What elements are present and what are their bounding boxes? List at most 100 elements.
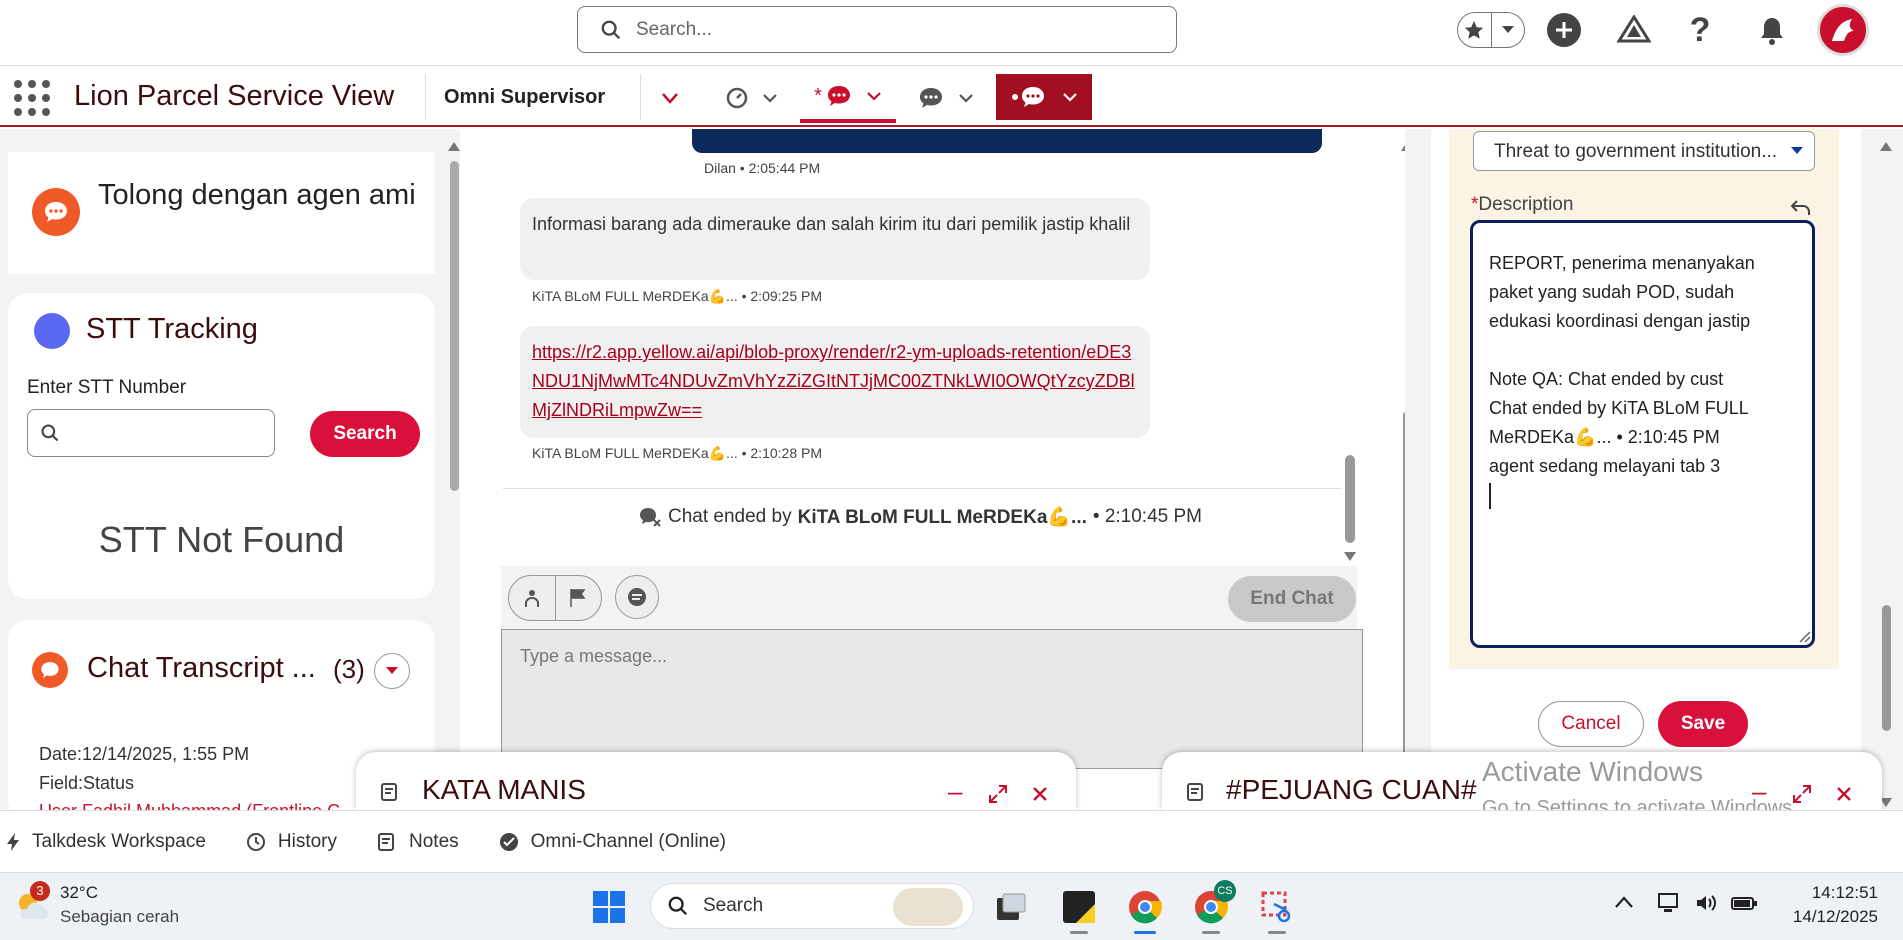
network-icon[interactable]	[1656, 891, 1680, 920]
chevron-down-icon[interactable]	[866, 91, 882, 101]
bell-icon[interactable]	[1752, 12, 1792, 50]
utility-notes[interactable]: Notes	[377, 831, 459, 853]
chrome-app-1[interactable]	[1124, 886, 1166, 934]
taskbar-search-label: Search	[703, 895, 764, 916]
chevron-down-icon[interactable]	[661, 92, 679, 104]
chevron-up-icon[interactable]	[1614, 895, 1634, 914]
end-chat-button[interactable]: End Chat	[1228, 576, 1356, 622]
message-composer[interactable]: Type a message...	[501, 629, 1363, 769]
tab-dashboard[interactable]	[712, 73, 792, 123]
docked-note-kata-manis[interactable]: KATA MANIS –	[356, 752, 1076, 810]
search-highlight-icon	[893, 888, 963, 926]
stt-tracking-card: STT Tracking Enter STT Number Search STT…	[8, 293, 435, 599]
chat-icon	[920, 88, 942, 108]
clock-date[interactable]: 14/12/2025	[1770, 907, 1878, 927]
user-avatar[interactable]	[1817, 4, 1869, 56]
utility-label: History	[277, 830, 338, 852]
weather-icon[interactable]: 3	[14, 881, 50, 923]
chat-ended-event: Chat ended by KiTA BLoM FULL MeRDEKa💪...…	[638, 505, 1202, 529]
volume-icon[interactable]	[1694, 891, 1718, 920]
cancel-button[interactable]: Cancel	[1538, 701, 1644, 747]
close-icon[interactable]	[1836, 786, 1852, 802]
tab-chat-3[interactable]	[996, 74, 1092, 120]
stt-search-button[interactable]: Search	[310, 411, 420, 457]
add-icon[interactable]	[1547, 13, 1581, 47]
clock-time[interactable]: 14:12:51	[1770, 883, 1878, 903]
chat-subject-title: Tolong dengan agen ami	[98, 179, 416, 211]
quick-text-icon	[628, 588, 646, 606]
chevron-down-icon[interactable]	[1062, 92, 1078, 102]
save-button[interactable]: Save	[1658, 701, 1748, 747]
chevron-down-icon	[1791, 147, 1803, 154]
utility-label: Notes	[409, 830, 459, 852]
chat-ended-icon	[640, 508, 661, 527]
global-search[interactable]: Search...	[577, 6, 1177, 53]
utility-talkdesk[interactable]: Talkdesk Workspace	[6, 831, 206, 853]
transfer-icon[interactable]	[509, 576, 556, 620]
favorites-button[interactable]	[1457, 12, 1525, 48]
stt-number-input[interactable]	[27, 409, 275, 457]
activate-windows-title: Activate Windows	[1482, 756, 1703, 787]
snipping-tool-app[interactable]	[1256, 886, 1298, 934]
start-button[interactable]	[588, 886, 630, 928]
sticky-notes-app[interactable]	[1058, 886, 1100, 934]
chevron-down-icon[interactable]	[1490, 13, 1525, 47]
clock-icon	[246, 832, 265, 851]
battery-icon[interactable]	[1730, 891, 1758, 920]
chrome-app-2[interactable]: CS	[1190, 880, 1236, 934]
transcript-count: (3)	[333, 654, 365, 684]
customer-link-message: https://r2.app.yellow.ai/api/blob-proxy/…	[520, 326, 1150, 438]
chat-ended-name: KiTA BLoM FULL MeRDEKa💪...	[797, 507, 1087, 528]
app-launcher-icon[interactable]	[14, 80, 50, 116]
bolt-icon	[7, 832, 19, 851]
notes-icon	[381, 783, 397, 801]
utility-history[interactable]: History	[246, 831, 337, 853]
close-icon[interactable]	[1032, 786, 1048, 802]
docked-title: KATA MANIS	[422, 774, 586, 805]
stt-status-text: STT Not Found	[98, 519, 345, 560]
trailhead-icon[interactable]	[1614, 12, 1654, 48]
quick-text-button[interactable]	[615, 575, 659, 619]
tab-chat-2[interactable]	[906, 73, 986, 123]
chat-icon	[32, 188, 80, 236]
transcript-title: Chat Transcript ...	[87, 652, 316, 684]
customer-message: Informasi barang ada dimerauke dan salah…	[520, 198, 1150, 280]
check-circle-icon	[499, 832, 518, 851]
profile-badge: CS	[1214, 880, 1236, 902]
weather-badge: 3	[30, 881, 50, 901]
attachment-link[interactable]: https://r2.app.yellow.ai/api/blob-proxy/…	[532, 342, 1135, 420]
nav-divider	[640, 74, 641, 120]
chevron-down-icon[interactable]	[958, 93, 974, 103]
star-icon[interactable]	[1458, 13, 1491, 47]
chevron-down-icon[interactable]	[762, 93, 778, 103]
tab-omni-supervisor[interactable]: Omni Supervisor	[444, 86, 605, 109]
text-cursor	[1489, 483, 1491, 509]
resize-handle-icon[interactable]	[1799, 630, 1811, 648]
description-textarea[interactable]: REPORT, penerima menanyakan paket yang s…	[1470, 220, 1815, 648]
chat-icon	[1012, 87, 1044, 107]
search-icon	[41, 424, 59, 442]
expand-icon[interactable]	[988, 784, 1008, 804]
transcript-field: Field:Status	[39, 773, 135, 793]
transcript-menu-button[interactable]	[374, 653, 410, 689]
right-scrollbar[interactable]	[1879, 139, 1893, 809]
description-label-text: Description	[1478, 194, 1574, 215]
customer-link-meta: KiTA BLoM FULL MeRDEKa💪... • 2:10:28 PM	[532, 445, 822, 461]
chat-ended-prefix: Chat ended by	[668, 506, 792, 527]
taskbar-search[interactable]: Search	[650, 883, 974, 929]
tracking-icon	[34, 313, 70, 349]
weather-condition: Sebagian cerah	[60, 907, 180, 926]
windows-taskbar: 3 32°C Sebagian cerah Search CS 14:12:51…	[0, 872, 1903, 940]
nav-menu-chevron[interactable]	[650, 73, 690, 123]
task-view-button[interactable]	[990, 886, 1032, 928]
utility-omni-channel[interactable]: Omni-Channel (Online)	[499, 831, 726, 853]
agent-message-meta: Dilan • 2:05:44 PM	[704, 160, 821, 176]
category-picklist[interactable]: Threat to government institution...	[1473, 131, 1815, 171]
chat-scrollbar[interactable]	[1343, 139, 1357, 564]
minimize-icon[interactable]: –	[948, 776, 962, 807]
tab-active-chat[interactable]: *	[800, 73, 896, 123]
help-icon[interactable]: ?	[1680, 10, 1720, 50]
gauge-icon	[726, 87, 748, 109]
left-scrollbar[interactable]	[447, 139, 461, 809]
flag-icon[interactable]	[556, 576, 602, 620]
